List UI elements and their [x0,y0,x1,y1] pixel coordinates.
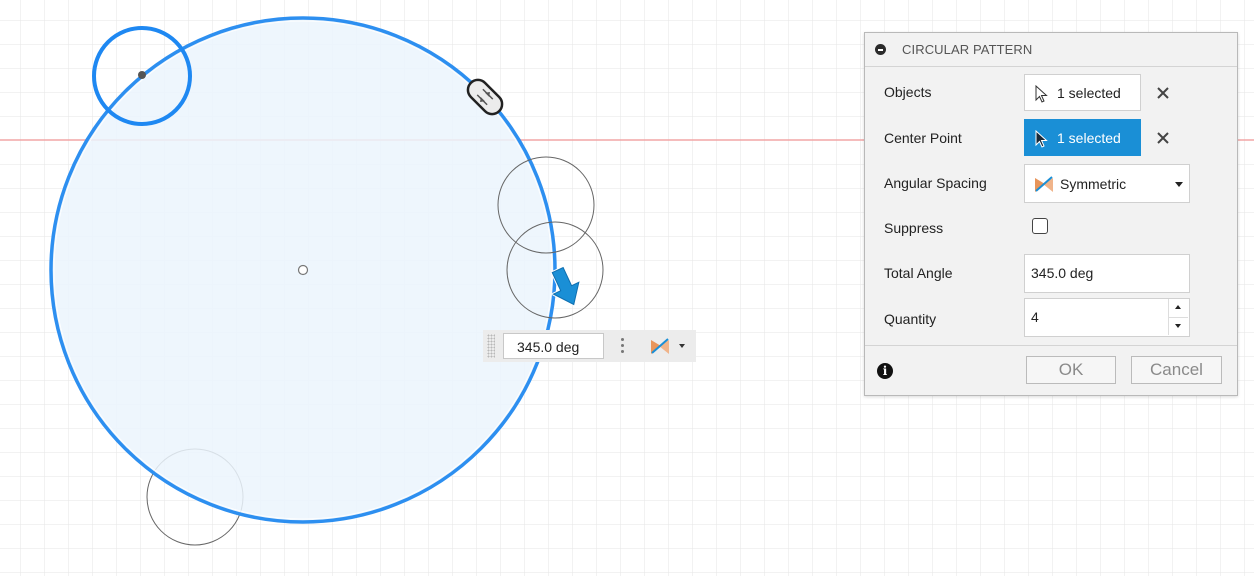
info-icon[interactable]: i [877,363,893,379]
angle-input[interactable]: 345.0 deg [503,333,604,359]
dialog-header: CIRCULAR PATTERN [865,33,1237,67]
ok-button[interactable]: OK [1026,356,1116,384]
quantity-label: Quantity [884,311,937,327]
selected-object-point [138,71,146,79]
quantity-stepper [1168,299,1188,336]
clear-objects-close-icon[interactable] [1155,85,1171,101]
suppress-label: Suppress [884,220,944,236]
symmetric-spacing-icon [1035,176,1053,192]
angular-spacing-label: Angular Spacing [884,175,987,191]
drag-grip-icon[interactable] [487,334,495,358]
dialog-title: CIRCULAR PATTERN [902,42,1033,57]
circular-pattern-dialog: CIRCULAR PATTERN Objects 1 selected Cent… [864,32,1238,396]
total-angle-label: Total Angle [884,265,953,281]
center-point-marker[interactable] [297,264,309,276]
suppress-checkbox[interactable] [1032,218,1048,234]
decrement-button[interactable] [1168,317,1188,335]
total-angle-input[interactable]: 345.0 deg [1024,254,1190,293]
collapse-minus-icon[interactable] [875,44,886,55]
objects-label: Objects [884,84,932,100]
angular-spacing-dropdown[interactable]: Symmetric [1024,164,1190,203]
dialog-footer: i OK Cancel [865,345,1237,396]
angular-spacing-value: Symmetric [1060,176,1127,192]
clear-center-point-close-icon[interactable] [1155,130,1171,146]
increment-button[interactable] [1168,299,1188,317]
mini-toolbar: 345.0 deg [483,330,696,362]
center-point-label: Center Point [884,130,962,146]
quantity-input[interactable]: 4 [1024,298,1190,337]
more-options-icon[interactable] [621,336,625,356]
cursor-arrow-icon [1035,85,1048,103]
center-point-select-button[interactable]: 1 selected [1024,119,1141,156]
chevron-down-icon[interactable] [679,344,685,348]
objects-select-button[interactable]: 1 selected [1024,74,1141,111]
chevron-down-icon [1175,182,1183,187]
cursor-arrow-icon [1035,130,1048,148]
cancel-button[interactable]: Cancel [1131,356,1222,384]
symmetric-spacing-icon[interactable] [649,336,671,356]
objects-value: 1 selected [1057,85,1121,101]
center-point-value: 1 selected [1057,130,1121,146]
